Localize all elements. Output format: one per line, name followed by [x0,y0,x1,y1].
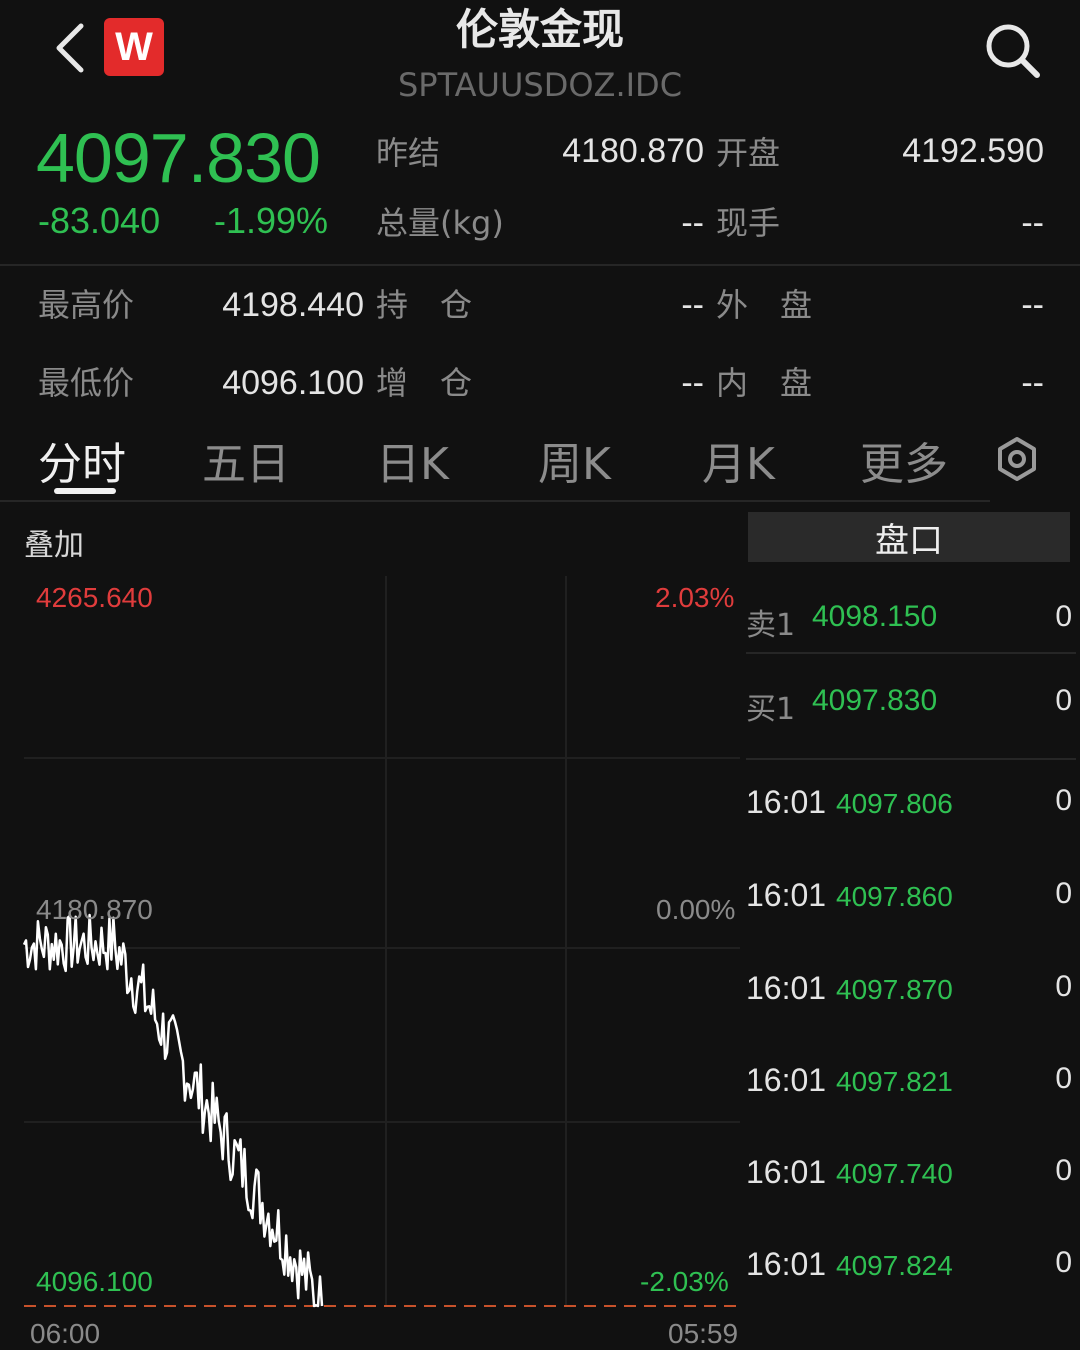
price-change: -83.040 [38,200,161,241]
x-axis-end-label: 05:59 [668,1318,739,1349]
volume-label: 总量(kg) [376,204,504,242]
tab-daily-k[interactable]: 日K [376,428,449,492]
trade-volume: 0 [1055,784,1072,817]
last-price: 4097.830 [36,119,321,197]
ask-price: 4098.150 [812,600,938,633]
trade-volume: 0 [1055,877,1072,910]
open-label: 开盘 [716,134,781,172]
bid-volume: 0 [1055,684,1072,717]
inner-volume-label: 内 盘 [716,364,813,402]
divider [746,758,1076,760]
price-change-pct: -1.99% [214,200,329,241]
trade-row: 16:01 4097.821 0 [746,1062,1076,1142]
prev-settle-value: 4180.870 [562,132,704,170]
trade-time: 16:01 [746,1154,827,1190]
back-button[interactable] [40,18,100,78]
ask-label: 卖1 [746,608,796,643]
bid-row: 买1 4097.830 0 [746,684,1076,764]
trade-price: 4097.740 [836,1158,953,1189]
divider [746,652,1076,654]
outer-volume-label: 外 盘 [716,286,813,324]
bid-label: 买1 [746,692,796,727]
current-hand-value: -- [1021,204,1044,242]
overlay-button[interactable]: 叠加 [24,520,84,564]
y-axis-mid-label: 4180.870 [36,894,153,925]
trade-price: 4097.860 [836,881,953,912]
trade-price: 4097.821 [836,1066,953,1097]
tab-monthly-k[interactable]: 月K [702,428,775,492]
search-button[interactable] [978,16,1048,86]
outer-volume-value: -- [1021,286,1044,324]
active-tab-indicator [54,488,116,494]
pct-high-label: 2.03% [655,582,735,613]
app-logo: W [104,18,164,76]
trade-price: 4097.806 [836,788,953,819]
tab-intraday[interactable]: 分时 [38,428,126,492]
instrument-code: SPTAUUSDOZ.IDC [397,66,683,104]
trade-time: 16:01 [746,1246,827,1282]
trade-price: 4097.824 [836,1250,953,1281]
pct-mid-label: 0.00% [656,894,736,925]
divider [0,264,1080,266]
trade-time: 16:01 [746,784,827,820]
x-axis-start-label: 06:00 [30,1318,101,1349]
trade-row: 16:01 4097.870 0 [746,970,1076,1050]
high-label: 最高价 [38,286,135,324]
price-line [22,913,324,1308]
trade-volume: 0 [1055,1062,1072,1095]
page-title: 伦敦金现 [455,5,624,54]
tab-more[interactable]: 更多 [860,428,948,492]
settings-button[interactable] [994,436,1040,482]
trade-row: 16:01 4097.860 0 [746,877,1076,957]
trade-volume: 0 [1055,970,1072,1003]
trade-price: 4097.870 [836,974,953,1005]
oi-change-value: -- [681,364,704,402]
order-book-title[interactable]: 盘口 [748,512,1070,562]
y-axis-high-label: 4265.640 [36,582,153,613]
trade-time: 16:01 [746,1062,827,1098]
pct-low-label: -2.03% [640,1266,729,1297]
trade-volume: 0 [1055,1154,1072,1187]
chevron-left-icon [56,23,84,73]
inner-volume-value: -- [1021,364,1044,402]
low-label: 最低价 [38,364,135,402]
prev-settle-label: 昨结 [376,134,441,172]
low-value: 4096.100 [222,364,364,402]
high-value: 4198.440 [222,286,364,324]
volume-value: -- [681,204,704,242]
trade-time: 16:01 [746,877,827,913]
ask-volume: 0 [1055,600,1072,633]
trade-volume: 0 [1055,1246,1072,1279]
search-icon [986,24,1040,78]
open-value: 4192.590 [902,132,1044,170]
trade-row: 16:01 4097.740 0 [746,1154,1076,1234]
tab-five-day[interactable]: 五日 [202,428,290,492]
divider [0,500,990,502]
oi-change-label: 增 仓 [376,364,473,402]
trade-time: 16:01 [746,970,827,1006]
bid-price: 4097.830 [812,684,938,717]
intraday-chart [22,576,740,1308]
settings-icon [998,437,1036,481]
tab-weekly-k[interactable]: 周K [538,428,611,492]
y-axis-low-label: 4096.100 [36,1266,153,1297]
current-hand-label: 现手 [716,204,781,242]
open-interest-value: -- [681,286,704,324]
trade-row: 16:01 4097.806 0 [746,784,1076,864]
trade-row: 16:01 4097.824 0 [746,1246,1076,1326]
open-interest-label: 持 仓 [376,286,473,324]
ask-row: 卖1 4098.150 0 [746,600,1076,680]
